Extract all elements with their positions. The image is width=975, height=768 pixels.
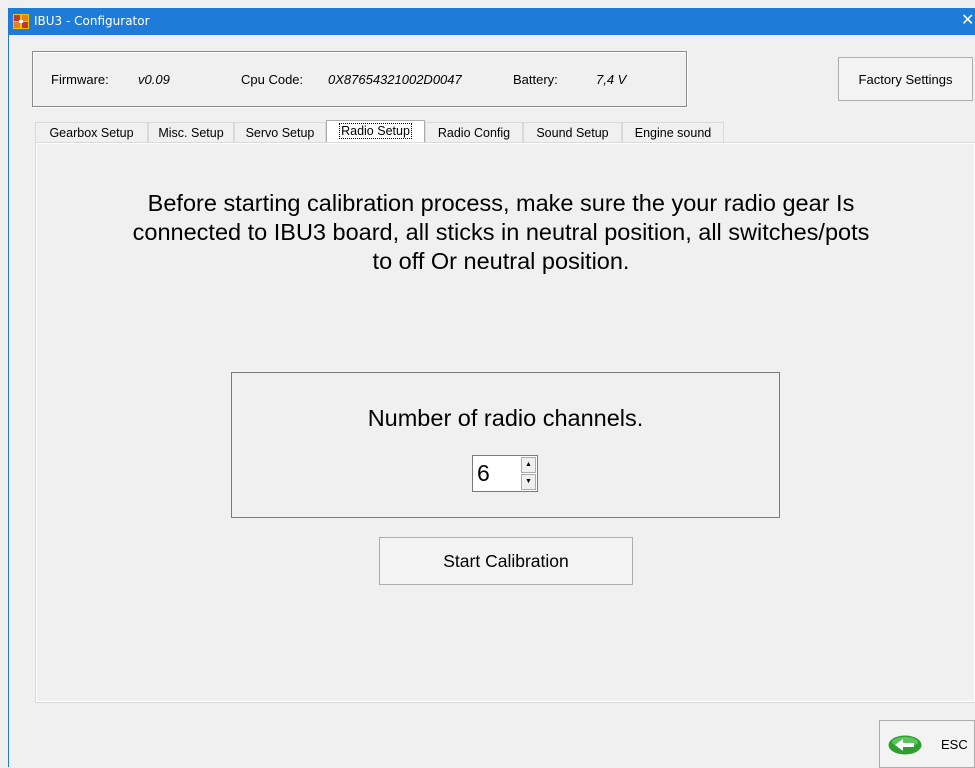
radio-setup-panel: Before starting calibration process, mak…	[35, 142, 975, 703]
spin-down-icon[interactable]: ▼	[521, 474, 536, 490]
battery-label: Battery:	[513, 72, 558, 87]
calibration-instructions: Before starting calibration process, mak…	[132, 190, 870, 274]
back-arrow-icon	[888, 735, 922, 755]
tab-radio-config[interactable]: Radio Config	[425, 122, 523, 143]
tab-servo-setup[interactable]: Servo Setup	[234, 122, 326, 143]
esc-label: ESC	[941, 737, 968, 752]
close-icon[interactable]: ✕	[961, 11, 975, 31]
radio-channels-stepper[interactable]: 6 ▲ ▼	[472, 455, 538, 492]
tab-radio-setup[interactable]: Radio Setup	[326, 120, 425, 144]
main-window: IBU3 - Configurator ✕ Firmware: v0.09 Cp…	[8, 8, 975, 768]
spin-up-icon[interactable]: ▲	[521, 457, 536, 473]
window-title: IBU3 - Configurator	[34, 14, 150, 28]
firmware-value: v0.09	[138, 72, 170, 87]
radio-channels-label: Number of radio channels.	[367, 405, 644, 431]
factory-settings-button[interactable]: Factory Settings	[838, 57, 973, 101]
tab-engine-sound[interactable]: Engine sound	[622, 122, 724, 143]
tab-misc-setup[interactable]: Misc. Setup	[148, 122, 234, 143]
cpu-code-label: Cpu Code:	[241, 72, 304, 87]
tab-gearbox-setup[interactable]: Gearbox Setup	[35, 122, 148, 143]
firmware-label: Firmware:	[51, 72, 109, 87]
tab-sound-setup[interactable]: Sound Setup	[523, 122, 622, 143]
cpu-code-value: 0X87654321002D0047	[328, 72, 462, 87]
esc-button[interactable]: ESC	[879, 720, 975, 768]
battery-value: 7,4 V	[596, 72, 627, 87]
info-panel: Firmware: v0.09 Cpu Code: 0X87654321002D…	[32, 51, 687, 107]
start-calibration-button[interactable]: Start Calibration	[379, 537, 633, 585]
radio-channels-group: Number of radio channels. 6 ▲ ▼	[231, 372, 780, 518]
title-bar[interactable]: IBU3 - Configurator ✕	[9, 8, 975, 35]
app-logo-icon	[13, 14, 29, 29]
radio-channels-value[interactable]: 6	[477, 460, 490, 487]
